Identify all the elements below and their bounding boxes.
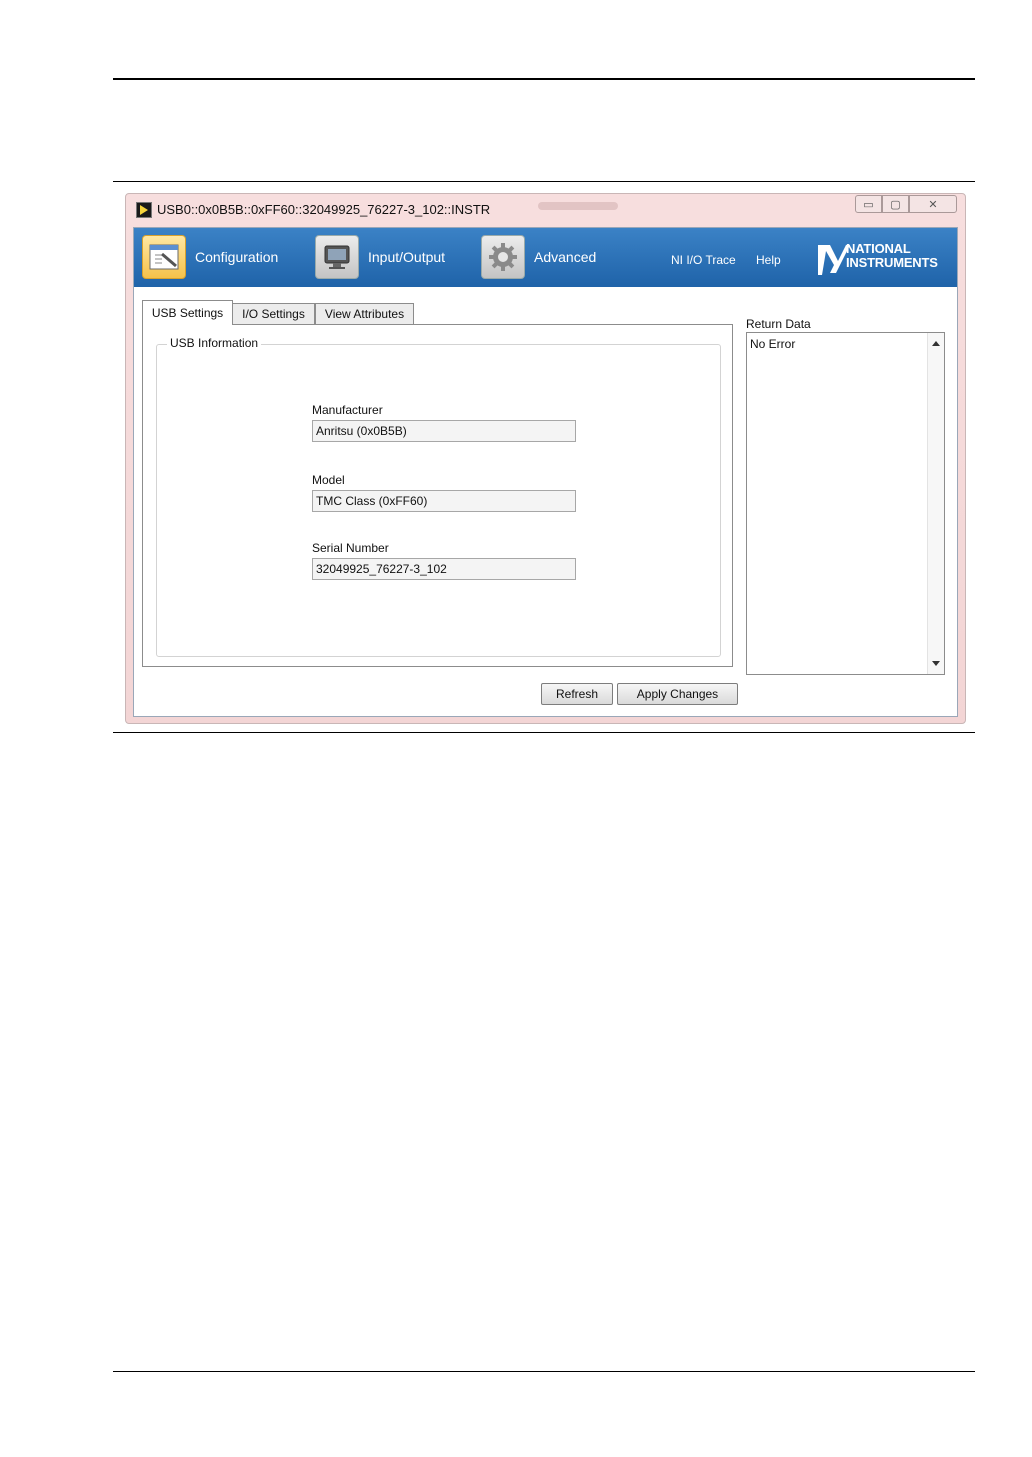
apply-changes-button[interactable]: Apply Changes <box>617 683 738 705</box>
input-output-nav-button[interactable]: Input/Output <box>315 234 445 280</box>
serial-number-label: Serial Number <box>312 541 389 555</box>
close-button[interactable]: ✕ <box>909 195 957 213</box>
refresh-button[interactable]: Refresh <box>541 683 613 705</box>
page-header-rule <box>113 78 975 80</box>
monitor-icon <box>315 235 359 279</box>
manufacturer-label: Manufacturer <box>312 403 383 417</box>
manufacturer-field[interactable]: Anritsu (0x0B5B) <box>312 420 576 442</box>
title-blur <box>538 202 618 210</box>
visa-test-panel-window: USB0::0x0B5B::0xFF60::32049925_76227-3_1… <box>125 193 966 724</box>
window-title: USB0::0x0B5B::0xFF60::32049925_76227-3_1… <box>157 202 491 217</box>
maximize-button[interactable]: ▢ <box>882 195 909 213</box>
configuration-icon <box>142 235 186 279</box>
header-band: Configuration Input/Output Advanced NI I… <box>134 228 957 287</box>
labview-app-icon <box>136 202 152 218</box>
tab-usb-settings[interactable]: USB Settings <box>142 300 233 325</box>
return-data-text: No Error <box>750 337 796 351</box>
window-client-area: Configuration Input/Output Advanced NI I… <box>133 227 958 717</box>
return-data-label: Return Data <box>746 317 811 331</box>
model-field[interactable]: TMC Class (0xFF60) <box>312 490 576 512</box>
figure-top-rule <box>113 181 975 182</box>
window-controls: ▭ ▢ ✕ <box>855 195 957 215</box>
serial-number-field[interactable]: 32049925_76227-3_102 <box>312 558 576 580</box>
title-bar: USB0::0x0B5B::0xFF60::32049925_76227-3_1… <box>126 194 965 226</box>
tab-view-attributes[interactable]: View Attributes <box>315 303 414 325</box>
logo-line-instruments: INSTRUMENTS <box>846 255 938 270</box>
figure-bottom-rule <box>113 732 975 733</box>
gear-icon <box>481 235 525 279</box>
national-instruments-logo: NATIONAL INSTRUMENTS <box>816 241 954 277</box>
help-link[interactable]: Help <box>756 253 781 267</box>
input-output-nav-label: Input/Output <box>368 249 446 265</box>
usb-settings-panel: USB Information Manufacturer Anritsu (0x… <box>142 324 733 667</box>
minimize-button[interactable]: ▭ <box>855 195 882 213</box>
return-data-scrollbar[interactable] <box>927 333 944 674</box>
ni-io-trace-link[interactable]: NI I/O Trace <box>671 253 736 267</box>
usb-information-title: USB Information <box>167 336 262 350</box>
page-footer-rule <box>113 1371 975 1372</box>
return-data-box[interactable]: No Error <box>746 332 945 675</box>
advanced-nav-button[interactable]: Advanced <box>481 234 596 280</box>
tab-io-settings[interactable]: I/O Settings <box>232 303 315 325</box>
scroll-down-icon[interactable] <box>932 661 940 666</box>
advanced-nav-label: Advanced <box>534 249 597 265</box>
usb-information-group: USB Information Manufacturer Anritsu (0x… <box>156 336 721 657</box>
configuration-nav-button[interactable]: Configuration <box>142 234 278 280</box>
model-label: Model <box>312 473 345 487</box>
scroll-up-icon[interactable] <box>932 341 940 346</box>
logo-line-national: NATIONAL <box>846 241 911 256</box>
configuration-nav-label: Configuration <box>195 249 279 265</box>
